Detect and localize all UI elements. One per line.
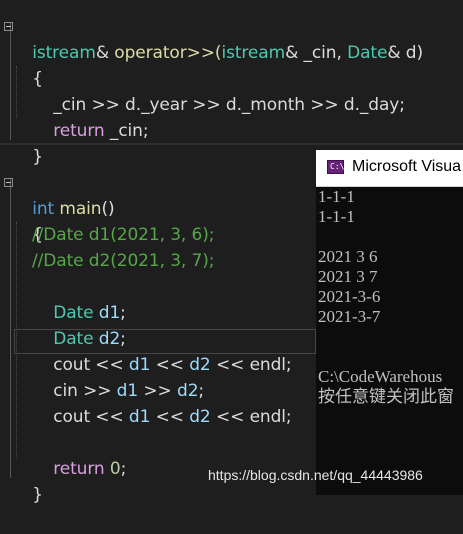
console-app-icon: C:\ bbox=[327, 160, 344, 174]
code-token: ; bbox=[285, 355, 292, 375]
keyword-token: return bbox=[53, 459, 105, 479]
type-token: Date bbox=[347, 43, 388, 63]
code-line-read-fields: _cin >> d._year >> d._month >> d._day; bbox=[32, 66, 405, 115]
variable-token: d1 bbox=[128, 407, 151, 427]
code-line-cout-2: cout << d1 << d2 << endl; bbox=[32, 378, 291, 427]
variable-token: d2 bbox=[189, 407, 211, 427]
code-line-return-0: return 0; bbox=[32, 430, 126, 479]
code-token: cout << bbox=[53, 407, 129, 427]
field-token: _day bbox=[359, 95, 400, 115]
brace-token: } bbox=[32, 485, 43, 505]
code-token: << bbox=[150, 407, 190, 427]
function-token: operator>>( bbox=[109, 43, 222, 63]
code-line-return-cin: return _cin; bbox=[32, 92, 148, 141]
code-line-close-brace: } bbox=[11, 118, 43, 167]
code-token: >> d. bbox=[187, 95, 242, 115]
brace-token: } bbox=[32, 147, 43, 167]
watermark-text: https://blog.csdn.net/qq_44443986 bbox=[208, 467, 423, 483]
code-token: & _cin, bbox=[285, 43, 348, 63]
code-token: & bbox=[95, 43, 109, 63]
code-token: << bbox=[210, 407, 250, 427]
code-token: ; bbox=[285, 407, 292, 427]
debug-console-window[interactable]: C:\ Microsoft Visua 1-1-1 1-1-1 2021 3 6… bbox=[316, 150, 463, 495]
console-output-line: C:\CodeWarehous bbox=[318, 367, 443, 386]
console-title-bar[interactable]: C:\ Microsoft Visua bbox=[316, 150, 463, 187]
number-token: 0 bbox=[109, 459, 121, 479]
code-token: ; bbox=[399, 95, 405, 115]
type-token: istream bbox=[221, 43, 286, 63]
code-token: () bbox=[101, 199, 115, 219]
console-output-line: 1-1-1 bbox=[318, 187, 355, 206]
code-line-open-brace: { bbox=[11, 40, 43, 89]
region-divider bbox=[0, 143, 463, 145]
code-token: endl bbox=[249, 355, 286, 375]
code-token: >> d. bbox=[304, 95, 360, 115]
console-title: Microsoft Visua bbox=[352, 158, 462, 175]
console-output-line: 1-1-1 bbox=[318, 207, 355, 226]
console-output-line: 按任意键关闭此窗 bbox=[318, 387, 454, 406]
code-line-decl-d1: Date d1; bbox=[32, 274, 126, 323]
code-line-open-brace: { bbox=[11, 196, 43, 245]
code-line-main-signature: int main() bbox=[11, 170, 114, 219]
code-token: << bbox=[210, 355, 250, 375]
console-output-line: 2021 3 6 bbox=[318, 247, 378, 266]
code-token: & d) bbox=[387, 43, 423, 63]
console-output-line: 2021-3-7 bbox=[318, 307, 381, 326]
code-token: endl bbox=[249, 407, 286, 427]
code-line-comment-d2: //Date d2(2021, 3, 7); bbox=[32, 251, 215, 271]
code-line-comment-d1: //Date d1(2021, 3, 6); bbox=[32, 225, 215, 245]
field-token: _month bbox=[241, 95, 305, 115]
code-line-decl-d2: Date d2; bbox=[32, 300, 126, 349]
code-token: ; bbox=[120, 459, 127, 479]
keyword-token: return bbox=[53, 121, 105, 141]
console-output-line: 2021 3 7 bbox=[318, 267, 378, 286]
code-line-cin: cin >> d1 >> d2; bbox=[32, 352, 204, 401]
code-line-cout-1: cout << d1 << d2 << endl; bbox=[32, 326, 291, 375]
code-line-close-brace: } bbox=[11, 456, 43, 505]
code-token: _cin; bbox=[104, 121, 149, 141]
code-line-istream-signature: istream& operator>>(istream& _cin, Date&… bbox=[11, 14, 423, 63]
console-output-line: 2021-3-6 bbox=[318, 287, 381, 306]
function-token: main bbox=[54, 199, 102, 219]
